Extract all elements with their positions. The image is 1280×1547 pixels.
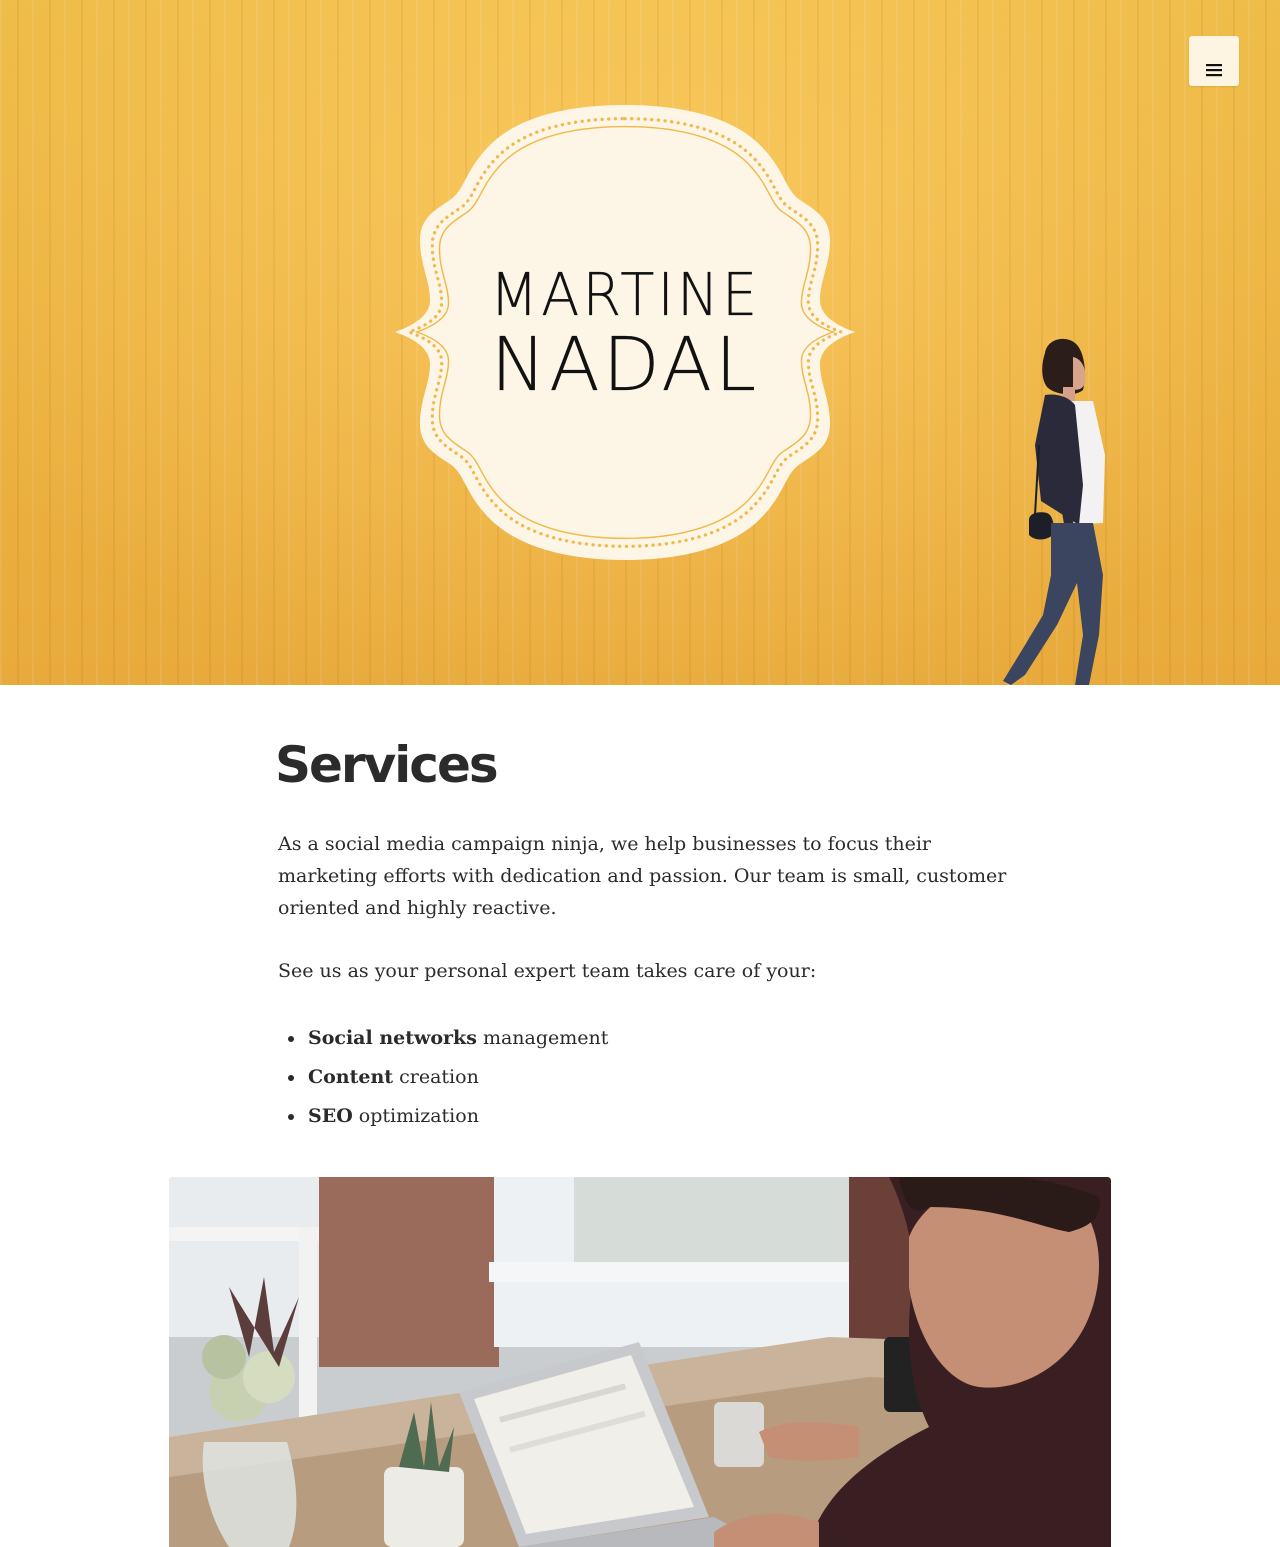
page-title: Services [275,736,499,794]
team-paragraph: See us as your personal expert team take… [278,960,817,982]
service-name: SEO [308,1105,353,1127]
services-list: Social networks management Content creat… [278,1019,608,1136]
logo-line-1: MARTINE [489,261,761,330]
office-photo [169,1177,1111,1547]
logo-line-2: NADAL [490,322,760,408]
site-logo[interactable]: MARTINE NADAL [390,100,860,565]
list-item: Content creation [278,1058,608,1097]
menu-button[interactable] [1189,36,1239,86]
service-name: Content [308,1066,394,1088]
hero-banner: MARTINE NADAL [0,0,1280,685]
hamburger-icon [1206,63,1222,76]
list-item: SEO optimization [278,1097,608,1136]
intro-paragraph: As a social media campaign ninja, we hel… [278,833,1007,919]
walking-woman-photo [1003,338,1105,685]
office-scene [169,1177,1111,1547]
service-detail: management [476,1027,609,1049]
service-detail: optimization [352,1105,479,1127]
service-name: Social networks [308,1027,477,1049]
list-item: Social networks management [278,1019,608,1058]
service-detail: creation [393,1066,479,1088]
